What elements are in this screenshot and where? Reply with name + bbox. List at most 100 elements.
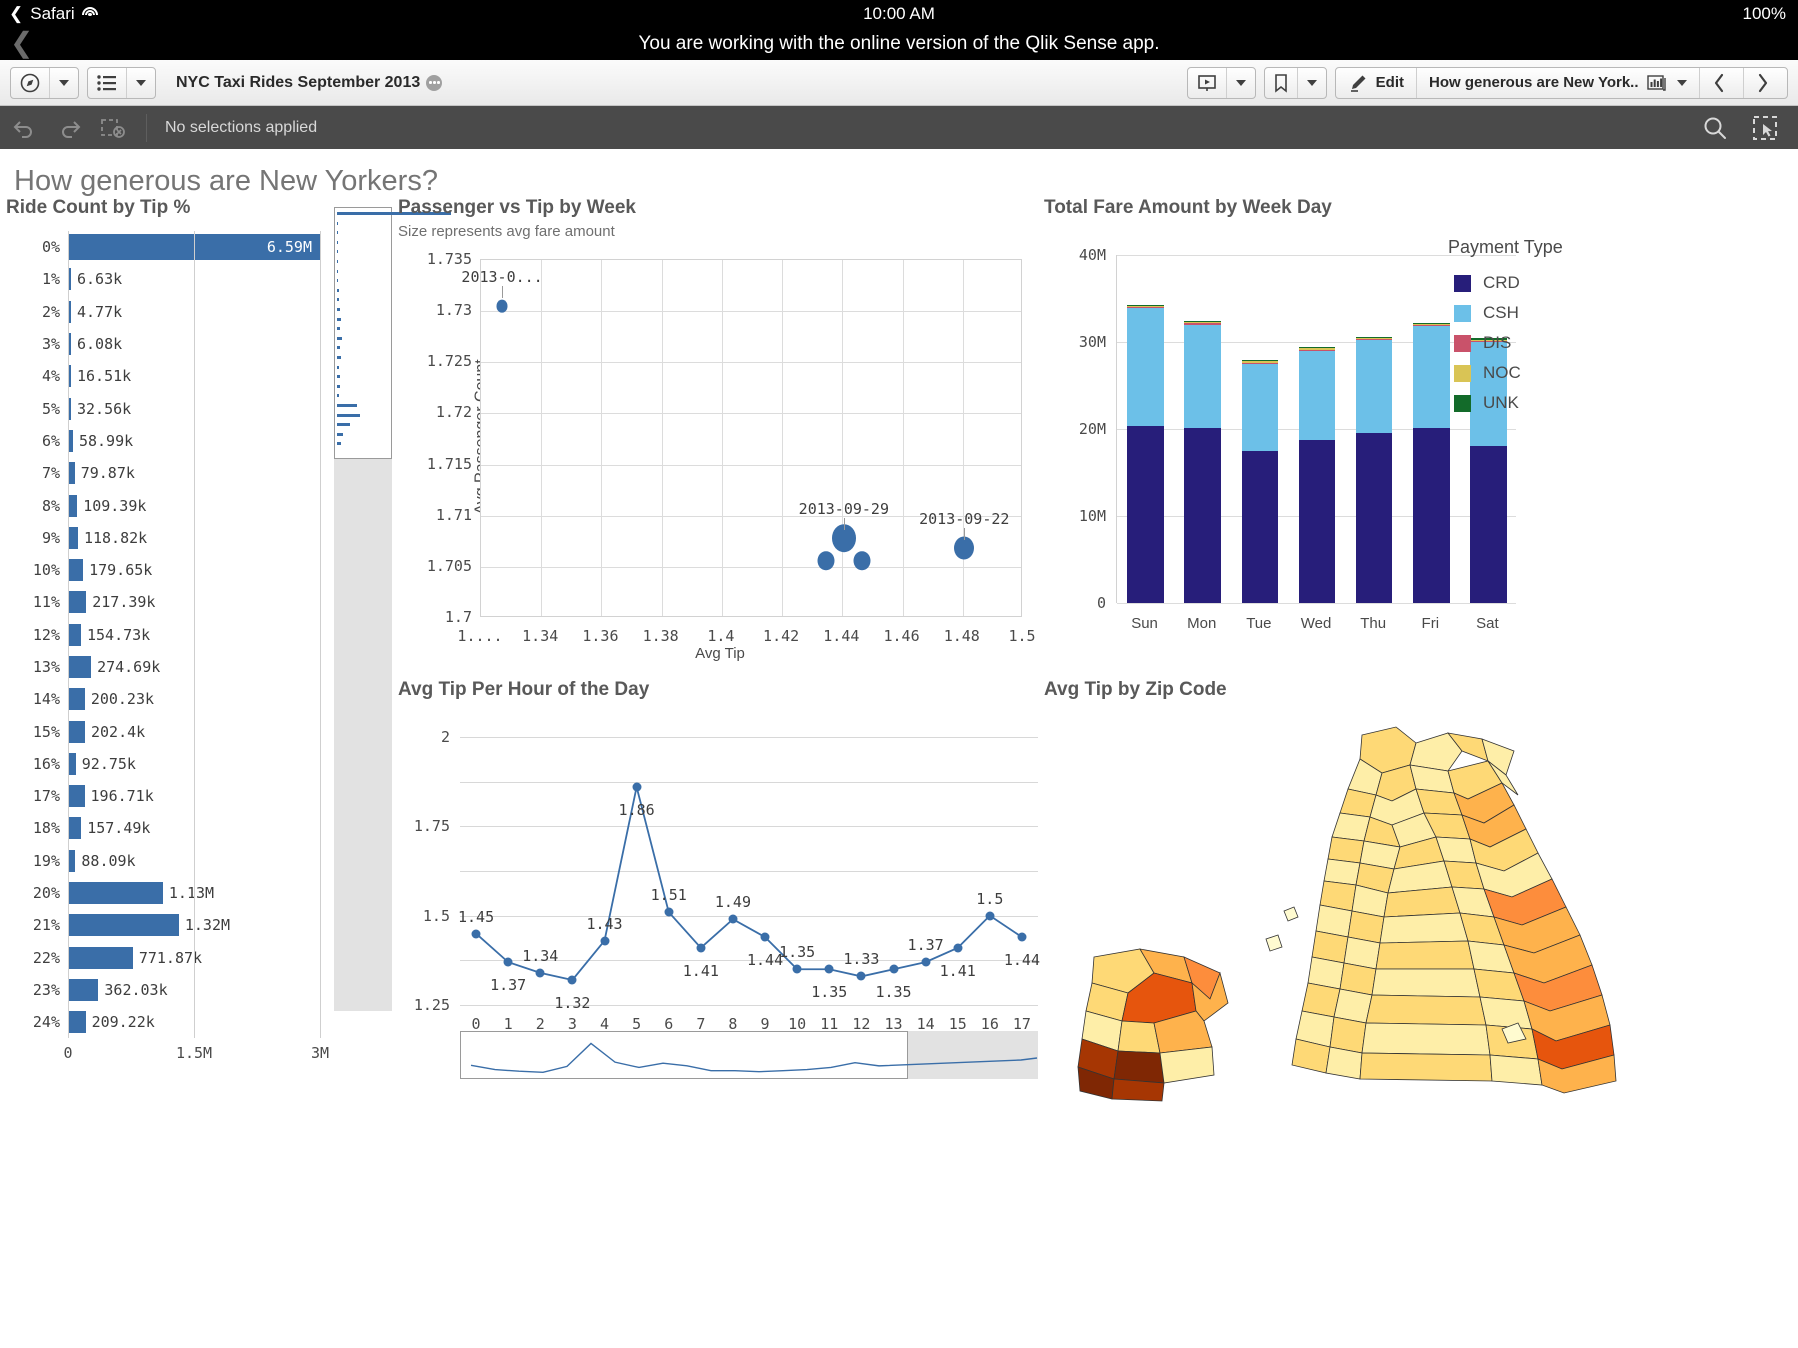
bar[interactable] — [68, 591, 87, 614]
stacked-bar-segment[interactable] — [1184, 324, 1221, 429]
legend-item[interactable]: UNK — [1448, 388, 1563, 418]
scatter-point[interactable] — [496, 299, 508, 313]
stacked-bar[interactable] — [1184, 321, 1221, 603]
line-point[interactable] — [632, 782, 642, 792]
stacked-bar-segment[interactable] — [1241, 450, 1279, 603]
scrollbar-thumb[interactable] — [334, 207, 452, 459]
list-icon[interactable] — [88, 68, 126, 98]
scatter-plot-area[interactable]: 2013-0... 2013-09-29 2013-09-22 — [461, 259, 1022, 617]
line-point[interactable] — [921, 957, 931, 967]
stacked-bar-segment[interactable] — [1298, 440, 1336, 603]
legend[interactable]: Payment Type CRD CSH DIS NOC UNK — [1448, 237, 1563, 418]
stacked-bar-segment[interactable] — [1413, 428, 1450, 603]
x-axis-tick[interactable]: Tue — [1246, 615, 1271, 632]
bar[interactable] — [68, 526, 78, 549]
chart-avg-tip-by-zipcode[interactable]: Avg Tip by Zip Code — [1044, 679, 1798, 1109]
line-point[interactable] — [985, 911, 995, 921]
stacked-bar-segment[interactable] — [1241, 363, 1279, 451]
scatter-point[interactable] — [817, 550, 835, 571]
clear-selections-icon[interactable] — [98, 115, 128, 141]
legend-items[interactable]: CRD CSH DIS NOC UNK — [1448, 268, 1563, 418]
bar[interactable] — [68, 785, 85, 808]
nyc-zipcode-map[interactable] — [1044, 721, 1798, 1109]
bar[interactable] — [68, 656, 92, 678]
bar[interactable] — [68, 720, 85, 743]
bar[interactable] — [68, 882, 163, 905]
chart-total-fare-by-weekday[interactable]: Total Fare Amount by Week Day 0 10M 20M 30M… — [1044, 197, 1794, 677]
x-axis-tick[interactable]: Sun — [1131, 615, 1158, 632]
bar[interactable] — [68, 849, 76, 872]
legend-item[interactable]: CRD — [1448, 268, 1563, 298]
edit-button[interactable]: Edit — [1336, 68, 1416, 98]
x-axis-tick[interactable]: Sat — [1476, 615, 1499, 632]
x-axis-tick[interactable]: Wed — [1301, 615, 1332, 632]
stacked-bar-segment[interactable] — [1298, 350, 1336, 441]
line-point[interactable] — [567, 975, 577, 985]
line-point[interactable] — [728, 914, 738, 924]
line-point[interactable] — [792, 964, 802, 974]
legend-item[interactable]: NOC — [1448, 358, 1563, 388]
redo-icon[interactable] — [54, 115, 84, 141]
line-point[interactable] — [856, 971, 866, 981]
scrollbar-track[interactable] — [334, 459, 392, 1011]
previous-sheet-button[interactable] — [1699, 67, 1743, 98]
bar[interactable] — [68, 623, 81, 646]
bar[interactable] — [68, 494, 78, 517]
stacked-bar[interactable] — [1298, 347, 1336, 603]
chart-ride-count-by-tip[interactable]: Ride Count by Tip % 0% 6.59M 1% 6.63k 2% 4.77… — [6, 197, 452, 1062]
stacked-bar-segment[interactable] — [1355, 433, 1393, 603]
line-point[interactable] — [503, 957, 513, 967]
line-point[interactable] — [760, 932, 770, 942]
storytelling-icon[interactable] — [1188, 68, 1226, 98]
search-icon[interactable] — [1702, 115, 1728, 141]
stacked-bar-segment[interactable] — [1413, 326, 1450, 429]
line-point[interactable] — [889, 964, 898, 974]
undo-icon[interactable] — [10, 115, 40, 141]
bar[interactable] — [68, 752, 76, 775]
stacked-bar[interactable] — [1241, 360, 1279, 603]
stacked-bar[interactable] — [1355, 336, 1393, 603]
sheet-selector[interactable]: How generous are New York... — [1416, 67, 1699, 98]
bookmark-button-group[interactable] — [1263, 66, 1327, 99]
map-canvas[interactable] — [1044, 721, 1798, 1109]
stacked-bar-segment[interactable] — [1470, 445, 1507, 603]
bookmark-icon[interactable] — [1265, 68, 1297, 98]
line-point[interactable] — [471, 929, 481, 939]
storytelling-dropdown-caret[interactable] — [1225, 67, 1255, 98]
bar[interactable] — [68, 559, 84, 582]
bar-chart-scrollbar[interactable] — [334, 207, 452, 1011]
bar[interactable] — [68, 914, 179, 937]
scatter-point[interactable] — [853, 550, 871, 571]
navigation-button-group[interactable] — [10, 66, 79, 99]
selection-tool-icon[interactable] — [1752, 115, 1778, 141]
x-axis-tick[interactable]: Fri — [1422, 615, 1440, 632]
stacked-bar-segment[interactable] — [1127, 425, 1164, 603]
chart-avg-tip-per-hour[interactable]: Avg Tip Per Hour of the Day 1.45 1.37 1.34… — [398, 679, 1043, 1109]
bar[interactable] — [68, 946, 133, 969]
storytelling-button-group[interactable] — [1186, 66, 1256, 99]
navigation-dropdown-caret[interactable] — [49, 67, 78, 98]
sheets-button-group[interactable] — [87, 66, 156, 99]
bar[interactable] — [68, 1011, 86, 1034]
line-point[interactable] — [600, 936, 609, 946]
x-axis-tick[interactable]: Mon — [1187, 615, 1216, 632]
line-point[interactable] — [953, 943, 963, 953]
more-dots-icon[interactable] — [426, 74, 443, 91]
stacked-bar[interactable] — [1413, 322, 1450, 603]
line-point[interactable] — [824, 964, 834, 974]
line-point[interactable] — [664, 907, 674, 917]
sheets-dropdown-caret[interactable] — [126, 67, 155, 98]
line-chart-scrollbar[interactable] — [460, 1031, 1038, 1079]
bar[interactable] — [68, 978, 99, 1001]
stacked-bar-segment[interactable] — [1184, 428, 1221, 603]
scrollbar-thumb[interactable] — [460, 1031, 1038, 1079]
next-sheet-button[interactable] — [1743, 67, 1787, 98]
line-plot-area[interactable]: 1.45 1.37 1.34 1.32 1.43 1.86 1.51 1.41 1.49 1.44… — [458, 737, 1040, 1012]
x-axis-tick[interactable]: Thu — [1360, 615, 1386, 632]
stacked-bar-segment[interactable] — [1355, 340, 1393, 434]
line-point[interactable] — [1017, 932, 1027, 942]
bar[interactable] — [68, 817, 82, 840]
stacked-bar[interactable] — [1127, 304, 1164, 603]
bar[interactable] — [68, 688, 85, 711]
bar[interactable] — [68, 462, 75, 485]
